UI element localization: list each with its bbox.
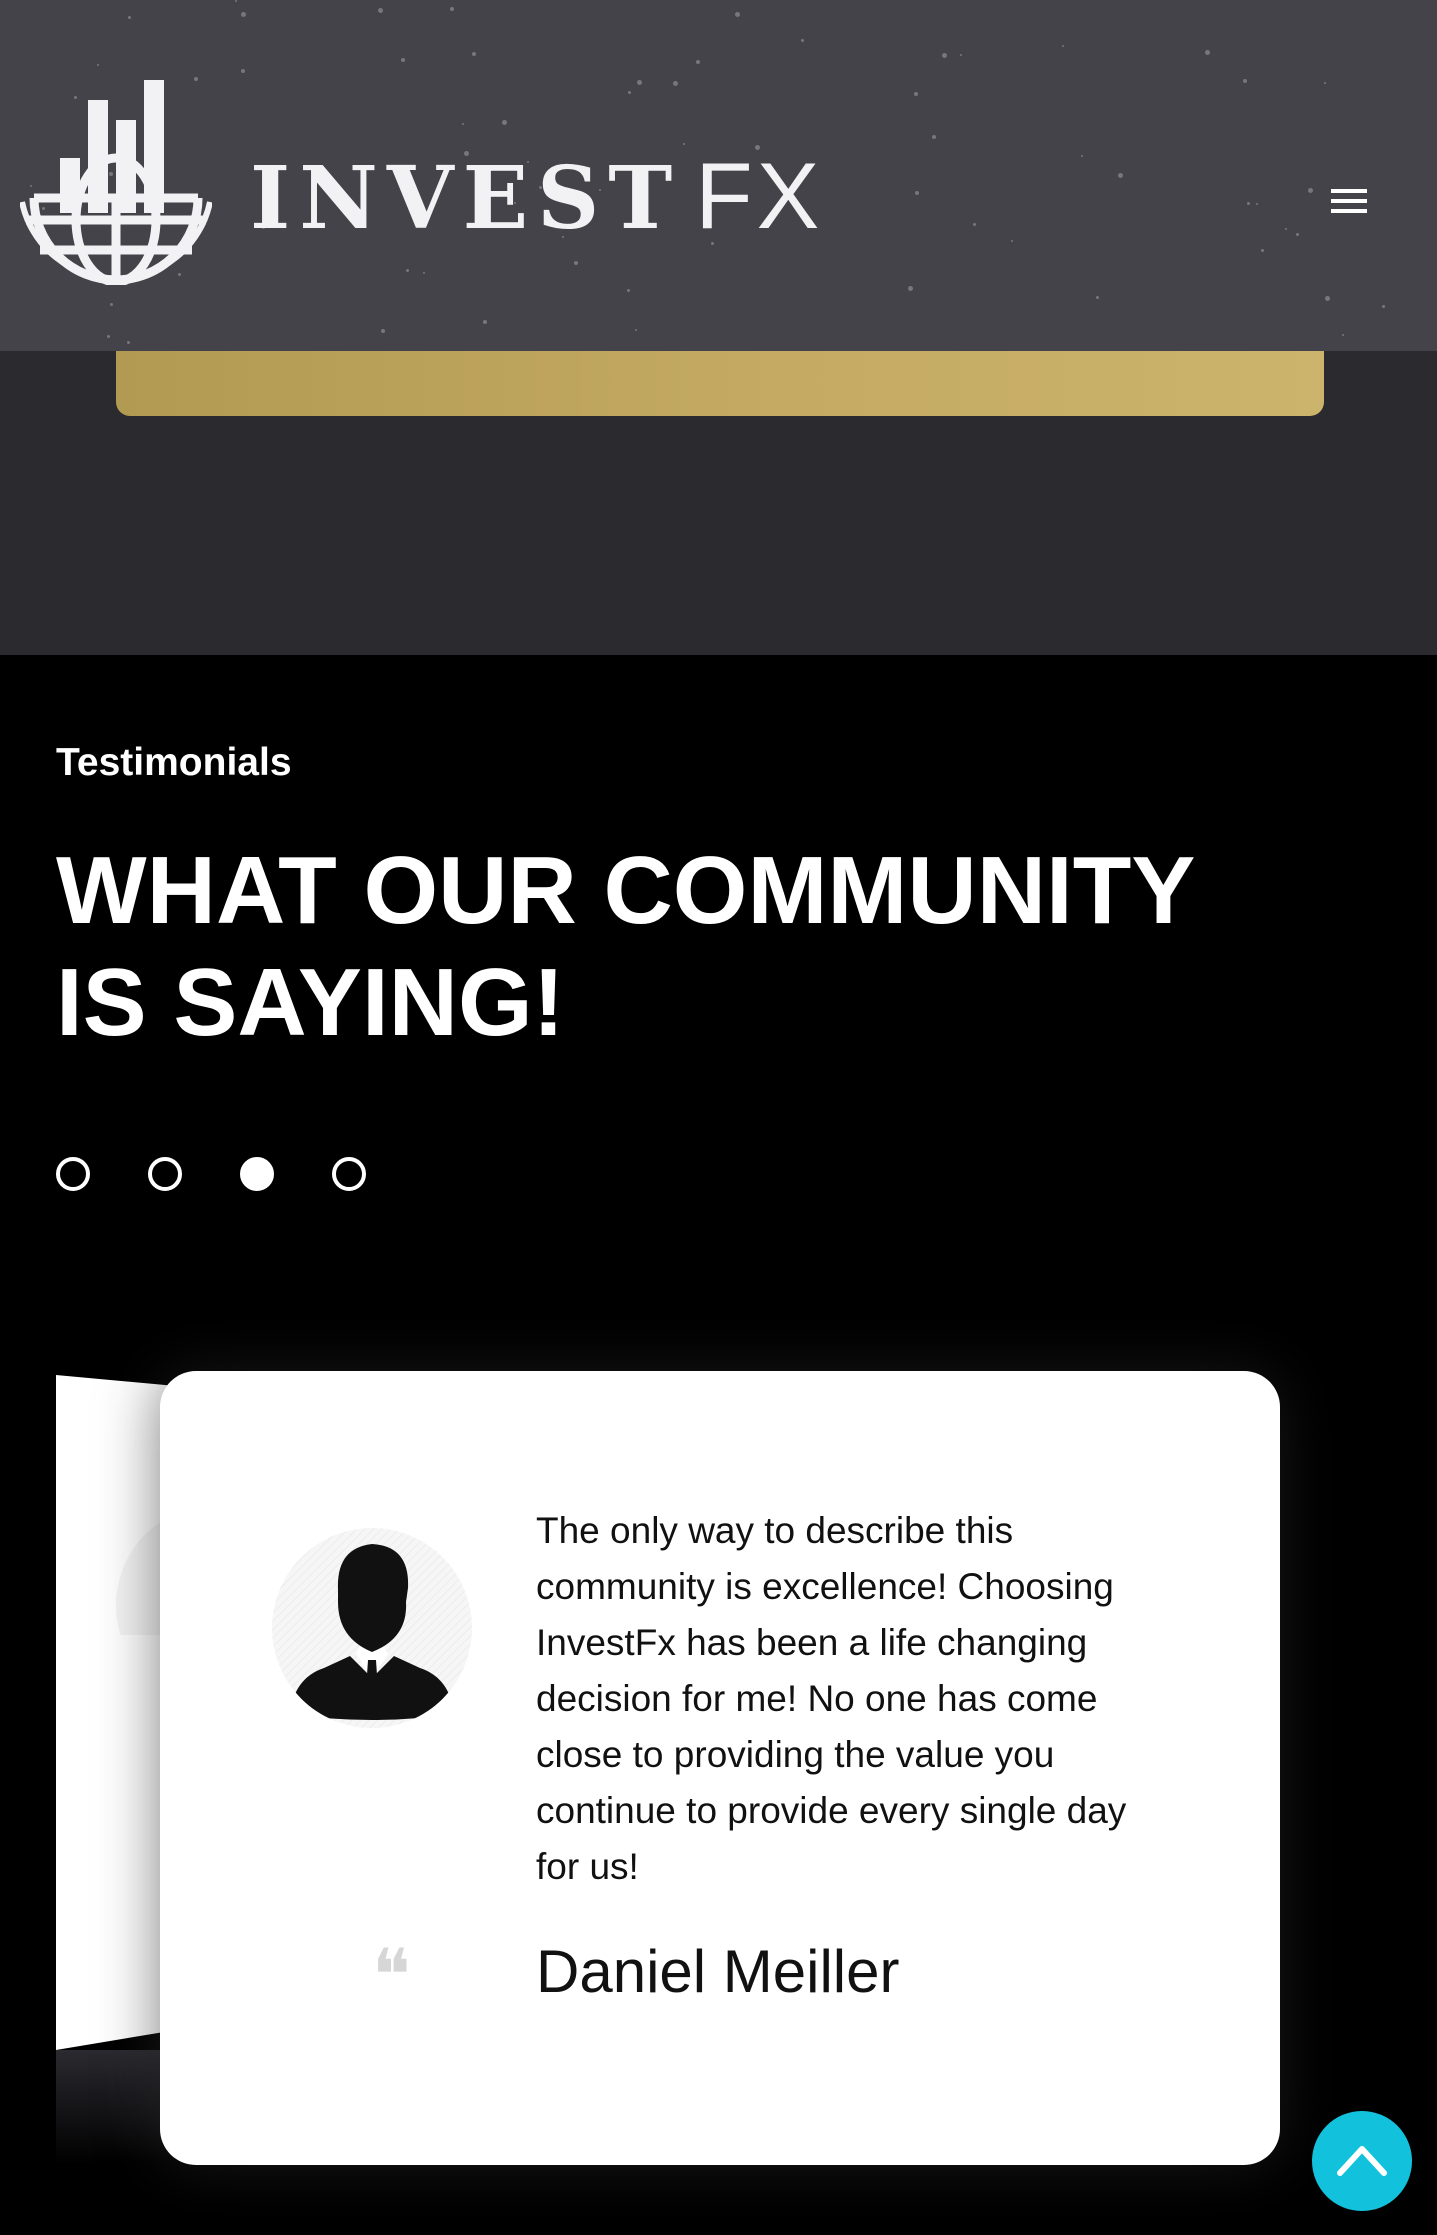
background-speck	[696, 60, 700, 64]
background-speck	[914, 92, 918, 96]
carousel-dot-2[interactable]	[148, 1157, 182, 1191]
background-speck	[1325, 296, 1330, 301]
heading-line-1: WHAT OUR COMMUNITY	[56, 837, 1196, 944]
testimonial-quote: The only way to describe this community …	[536, 1510, 1127, 1887]
back-to-top-button[interactable]	[1312, 2111, 1412, 2211]
background-speck	[1261, 249, 1264, 252]
background-speck	[378, 8, 383, 13]
background-speck	[908, 286, 913, 291]
background-speck	[635, 329, 637, 331]
section-eyebrow: Testimonials	[56, 741, 292, 784]
background-speck	[241, 69, 245, 73]
background-speck	[1247, 202, 1250, 205]
background-speck	[128, 16, 131, 19]
carousel-dot-3[interactable]	[240, 1157, 274, 1191]
carousel-dot-1[interactable]	[56, 1157, 90, 1191]
hamburger-menu-icon	[1331, 189, 1367, 193]
heading-line-2: IS SAYING!	[56, 949, 565, 1056]
background-speck	[960, 54, 962, 56]
hamburger-menu-button[interactable]	[1317, 179, 1381, 243]
background-speck	[241, 12, 246, 17]
background-speck	[97, 64, 99, 66]
background-speck	[110, 303, 113, 306]
testimonial-card: The only way to describe this community …	[160, 1371, 1280, 2165]
background-speck	[1324, 82, 1326, 84]
background-speck	[1382, 305, 1385, 308]
logo-fx-text: FX	[695, 143, 824, 248]
background-speck	[1011, 240, 1013, 242]
chevron-up-icon	[1337, 2146, 1387, 2176]
background-speck	[942, 53, 947, 58]
background-speck	[483, 320, 487, 324]
logo-wordmark: INVEST FX	[250, 146, 823, 249]
section-heading: WHAT OUR COMMUNITY IS SAYING!	[56, 835, 1256, 1059]
logo-link[interactable]: INVEST FX	[20, 80, 819, 285]
site-header: INVEST FX	[0, 0, 1437, 351]
background-speck	[1243, 79, 1247, 83]
background-speck	[1342, 334, 1344, 336]
previous-testimonial-card[interactable]	[56, 1375, 176, 2050]
user-silhouette-icon	[272, 1528, 472, 1728]
background-speck	[932, 135, 936, 139]
background-speck	[1308, 188, 1313, 193]
card-reflection	[56, 2050, 176, 2165]
background-speck	[1096, 296, 1099, 299]
background-speck	[1062, 45, 1064, 47]
testimonial-author: Daniel Meiller	[536, 1938, 900, 2005]
hero-section	[0, 351, 1437, 655]
background-speck	[1285, 228, 1287, 230]
hero-cta-button[interactable]	[116, 351, 1324, 416]
quote-icon: ❝	[372, 1933, 411, 2017]
background-speck	[235, 0, 237, 2]
background-speck	[1118, 173, 1123, 178]
background-speck	[1256, 203, 1258, 205]
carousel-dot-4[interactable]	[332, 1157, 366, 1191]
background-speck	[1081, 155, 1083, 157]
background-speck	[1296, 233, 1299, 236]
background-speck	[735, 12, 740, 17]
background-speck	[627, 289, 630, 292]
background-speck	[801, 39, 804, 42]
background-speck	[450, 7, 454, 11]
logo-globe-chart-icon	[20, 80, 212, 285]
background-speck	[401, 58, 405, 62]
background-speck	[915, 191, 919, 195]
background-speck	[1205, 50, 1210, 55]
background-speck	[107, 335, 110, 338]
logo-invest-text: INVEST	[250, 148, 682, 249]
background-speck	[472, 52, 476, 56]
background-speck	[127, 341, 130, 344]
background-speck	[381, 329, 385, 333]
background-speck	[973, 223, 976, 226]
